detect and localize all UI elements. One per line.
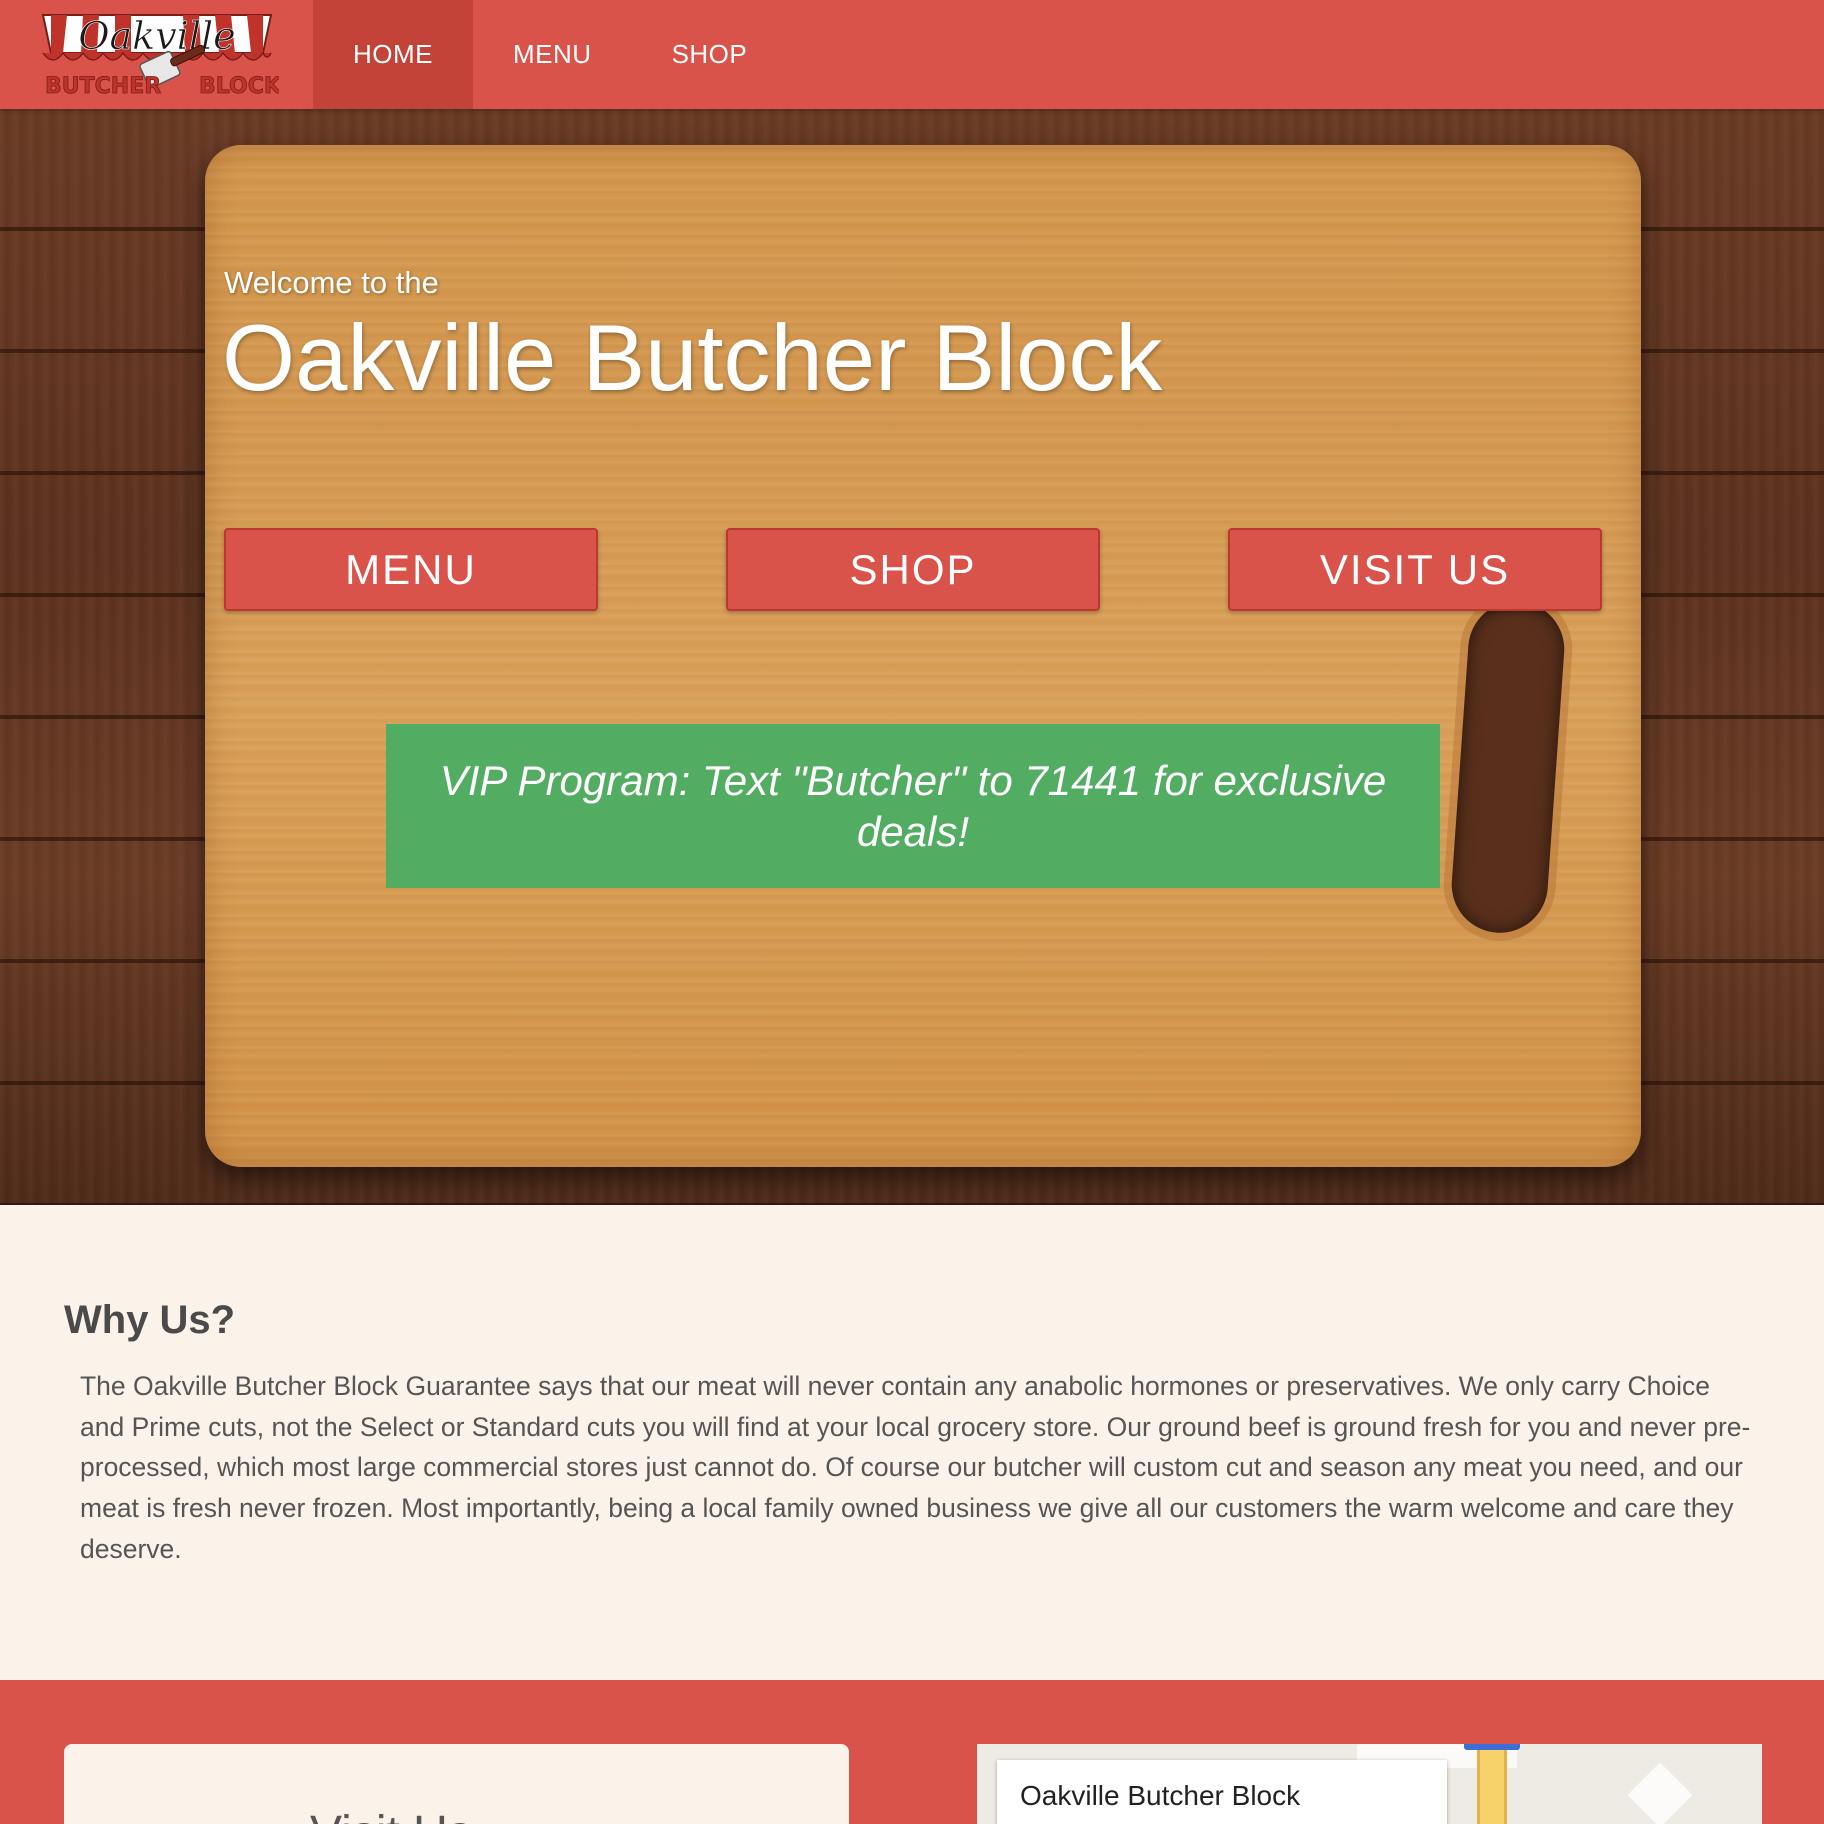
why-us-heading: Why Us?: [64, 1298, 236, 1342]
hero-title: Oakville Butcher Block: [222, 305, 1163, 410]
hero-visit-us-button[interactable]: VISIT US: [1228, 528, 1602, 611]
hero-shop-button[interactable]: SHOP: [726, 528, 1100, 611]
why-us-paragraph: The Oakville Butcher Block Guarantee say…: [80, 1371, 1751, 1564]
map-place-card[interactable]: Oakville Butcher Block: [997, 1760, 1447, 1824]
nav-home[interactable]: HOME: [313, 0, 473, 109]
svg-text:BLOCK: BLOCK: [199, 74, 279, 99]
top-navbar: Oakville BUTCHER BLOCK HOME MENU SHOP: [0, 0, 1824, 109]
hero-welcome-text: Welcome to the: [224, 265, 439, 300]
svg-text:BUTCHER: BUTCHER: [45, 74, 161, 99]
map-place-name: Oakville Butcher Block: [1020, 1780, 1301, 1811]
map-highway: [1477, 1744, 1507, 1824]
map-landmark-icon: [1627, 1762, 1693, 1824]
vip-program-text: VIP Program: Text "Butcher" to 71441 for…: [439, 757, 1387, 855]
hero-menu-button[interactable]: MENU: [224, 528, 598, 611]
visit-section: Visit Us Oakville Butcher Block: [0, 1680, 1824, 1824]
butcher-block-logo-icon: Oakville BUTCHER BLOCK: [41, 13, 279, 99]
vip-program-banner: VIP Program: Text "Butcher" to 71441 for…: [386, 724, 1440, 888]
map-marker-icon: [1464, 1744, 1520, 1750]
svg-text:Oakville: Oakville: [78, 14, 235, 58]
nav-shop[interactable]: SHOP: [632, 0, 788, 109]
location-map[interactable]: Oakville Butcher Block: [977, 1744, 1762, 1824]
site-logo[interactable]: Oakville BUTCHER BLOCK: [0, 0, 313, 109]
visit-us-heading: Visit Us: [310, 1806, 472, 1824]
nav-menu[interactable]: MENU: [473, 0, 632, 109]
